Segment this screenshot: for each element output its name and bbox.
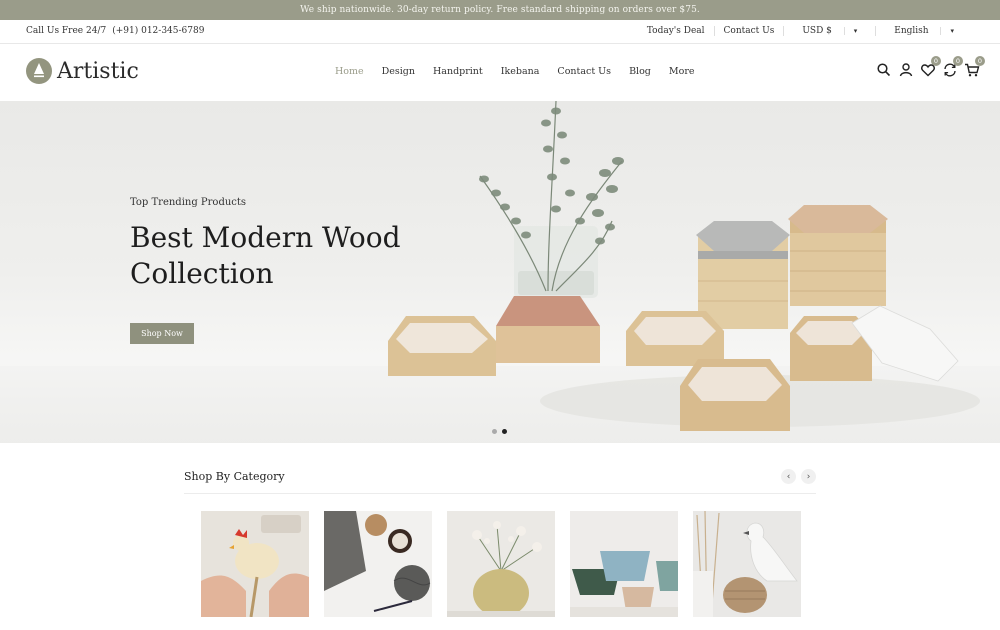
top-bar: Call Us Free 24/7 (+91) 012-345-6789 Tod… [0, 20, 1000, 44]
slide-dot-2[interactable] [502, 429, 507, 434]
user-icon[interactable] [898, 62, 914, 78]
category-card[interactable] [570, 511, 678, 617]
category-arrows: ‹ › [781, 469, 816, 484]
category-image [447, 511, 555, 617]
nav-blog[interactable]: Blog [620, 66, 660, 77]
section-divider [184, 493, 816, 494]
announcement-text: We ship nationwide. 30-day return policy… [300, 5, 700, 15]
announcement-bar: We ship nationwide. 30-day return policy… [0, 0, 1000, 20]
slide-dot-1[interactable] [492, 429, 497, 434]
category-carousel [201, 511, 801, 617]
call-info: Call Us Free 24/7 (+91) 012-345-6789 [26, 26, 204, 36]
category-card[interactable] [324, 511, 432, 617]
nav-ikebana[interactable]: Ikebana [492, 66, 549, 77]
hero-slider: Top Trending Products Best Modern Wood C… [0, 101, 1000, 443]
compare-icon[interactable]: 0 [942, 56, 963, 78]
category-image [201, 511, 309, 617]
chevron-down-icon: ▾ [843, 27, 867, 35]
cart-count-badge: 0 [975, 56, 985, 66]
slider-dots [492, 429, 507, 434]
nav-more[interactable]: More [660, 66, 704, 77]
hero-title-line-1: Best Modern Wood [130, 221, 401, 254]
currency-select[interactable]: USD $ ▾ [783, 26, 875, 36]
logo-text: Artistic [57, 58, 139, 84]
wishlist-icon[interactable]: 0 [920, 56, 941, 78]
nav-handprint[interactable]: Handprint [424, 66, 492, 77]
chevron-left-icon[interactable]: ‹ [781, 469, 796, 484]
category-card[interactable] [693, 511, 801, 617]
language-label: English [894, 26, 929, 36]
chevron-right-icon[interactable]: › [801, 469, 816, 484]
contact-us-link[interactable]: Contact Us [713, 26, 784, 36]
logo[interactable]: Artistic [26, 58, 139, 84]
hero-title: Best Modern Wood Collection [130, 220, 450, 292]
top-links: Today's Deal Contact Us USD $ ▾ English … [638, 26, 972, 36]
category-image [570, 511, 678, 617]
search-icon[interactable] [876, 62, 892, 78]
nav-home[interactable]: Home [335, 66, 373, 77]
currency-label: USD $ [802, 26, 832, 36]
chevron-down-icon: ▾ [940, 27, 963, 35]
main-nav: Home Design Handprint Ikebana Contact Us… [335, 66, 704, 77]
todays-deal-link[interactable]: Today's Deal [638, 26, 714, 36]
category-image [693, 511, 801, 617]
nav-design[interactable]: Design [373, 66, 424, 77]
shop-now-button[interactable]: Shop Now [130, 323, 194, 344]
language-select[interactable]: English ▾ [875, 26, 972, 36]
category-card[interactable] [447, 511, 555, 617]
logo-icon [26, 58, 52, 84]
category-image [324, 511, 432, 617]
cart-icon[interactable]: 0 [964, 56, 985, 78]
hero-title-line-2: Collection [130, 257, 274, 290]
category-section-title: Shop By Category [184, 470, 285, 483]
main-header: Artistic Home Design Handprint Ikebana C… [0, 44, 1000, 101]
call-label: Call Us Free 24/7 [26, 26, 107, 36]
wishlist-count-badge: 0 [931, 56, 941, 66]
nav-contact-us[interactable]: Contact Us [548, 66, 620, 77]
phone-number[interactable]: (+91) 012-345-6789 [112, 26, 204, 36]
header-icons: 0 0 0 [876, 56, 985, 78]
category-card[interactable] [201, 511, 309, 617]
hero-subtitle: Top Trending Products [130, 197, 247, 208]
compare-count-badge: 0 [953, 56, 963, 66]
